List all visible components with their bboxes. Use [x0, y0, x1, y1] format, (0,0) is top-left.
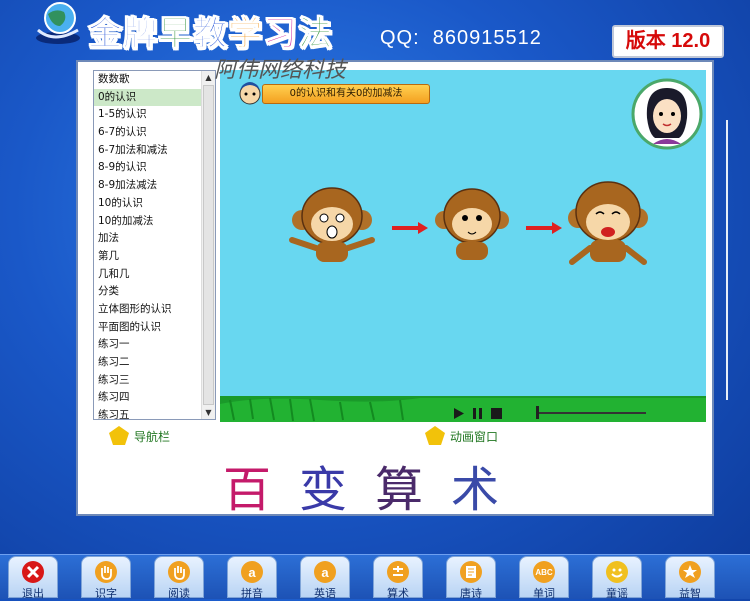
nav-list-item[interactable]: 8-9加法减法 — [94, 177, 202, 195]
scroll-down-icon[interactable]: ▼ — [202, 406, 215, 419]
nav-list-item[interactable]: 立体图形的认识 — [94, 301, 202, 319]
brand-title-char: 学 — [228, 14, 263, 55]
brand-title-char: 法 — [298, 14, 333, 55]
nav-list-item[interactable]: 几和几 — [94, 266, 202, 284]
nav-list-item[interactable]: 6-7的认识 — [94, 124, 202, 142]
nav-list-item[interactable]: 分类 — [94, 283, 202, 301]
svg-text:ABC: ABC — [535, 568, 553, 577]
toolbar-button[interactable]: 算术 — [373, 556, 423, 600]
hand-icon — [95, 561, 117, 583]
teacher-avatar — [631, 78, 703, 150]
toolbar-button-label: 单词 — [533, 587, 555, 600]
banner-char: 变 — [298, 462, 375, 518]
toolbar-button-label: 识字 — [95, 587, 117, 600]
toolbar-button-label: 英语 — [314, 587, 336, 600]
pause-icon[interactable] — [471, 407, 484, 420]
a-icon: a — [241, 561, 263, 583]
toolbar-button[interactable]: ABC 单词 — [519, 556, 569, 600]
progress-handle[interactable] — [536, 406, 539, 419]
toolbar-button[interactable]: a 英语 — [300, 556, 350, 600]
banner-char: 算 — [375, 462, 452, 518]
stop-icon[interactable] — [490, 407, 503, 420]
progress-track[interactable] — [536, 412, 646, 414]
nav-list-item[interactable]: 6-7加法和减法 — [94, 142, 202, 160]
star-icon — [679, 561, 701, 583]
exit-icon — [22, 561, 44, 583]
nav-list-item[interactable]: 第几 — [94, 248, 202, 266]
nav-list-item[interactable]: 平面图的认识 — [94, 319, 202, 337]
nav-bar-label: 导航栏 — [108, 426, 170, 446]
nav-list-item[interactable]: 0的认识 — [94, 88, 202, 107]
scroll-thumb[interactable] — [203, 85, 214, 405]
toolbar-button-label: 童谣 — [606, 587, 628, 600]
nav-list-item[interactable]: 练习二 — [94, 354, 202, 372]
poem-icon — [460, 561, 482, 583]
banner-title: 百变算术 — [0, 450, 750, 520]
navigation-list[interactable]: 数数歌 0的认识 1-5的认识 6-7的认识 6-7加法和减法 8-9的认识 8-9加法减法… — [93, 70, 216, 420]
nav-list-item[interactable]: 10的认识 — [94, 195, 202, 213]
brand-title-char: 习 — [263, 14, 298, 55]
toolbar-button-label: 益智 — [679, 587, 701, 600]
right-divider — [726, 120, 728, 400]
pentagon-marker-icon — [109, 426, 129, 445]
nav-list-item[interactable]: 练习一 — [94, 336, 202, 354]
toolbar-button-label: 退出 — [22, 587, 44, 600]
nav-list-item[interactable]: 数数歌 — [94, 71, 202, 89]
smile-icon — [606, 561, 628, 583]
toolbar-button-label: 算术 — [387, 587, 409, 600]
toolbar-button[interactable]: a 拼音 — [227, 556, 277, 600]
hand-icon — [168, 561, 190, 583]
brand-title-char: 金 — [88, 14, 123, 55]
banner-char: 术 — [451, 462, 528, 518]
calc-icon — [387, 561, 409, 583]
nav-list-item[interactable]: 10的加减法 — [94, 213, 202, 231]
pentagon-marker-icon — [425, 426, 445, 445]
toolbar-button[interactable]: 益智 — [665, 556, 715, 600]
player-controls — [452, 404, 503, 422]
brand-title: 金牌早教学习法 — [88, 6, 333, 55]
svg-text:a: a — [321, 565, 329, 580]
toolbar-button-label: 拼音 — [241, 587, 263, 600]
nav-list-item[interactable]: 练习三 — [94, 372, 202, 390]
nav-list-item[interactable]: 1-5的认识 — [94, 106, 202, 124]
qq-contact: QQ: 860915512 — [380, 27, 542, 49]
version-badge: 版本 12.0 — [612, 25, 724, 58]
nav-list-item[interactable]: 练习四 — [94, 389, 202, 407]
brand-title-char: 牌 — [123, 14, 158, 55]
nav-list-item[interactable]: 8-9的认识 — [94, 159, 202, 177]
toolbar-button[interactable]: 童谣 — [592, 556, 642, 600]
brand-title-char: 教 — [193, 14, 228, 55]
toolbar-button[interactable]: 退出 — [8, 556, 58, 600]
nav-list-item[interactable]: 练习五 — [94, 407, 202, 419]
animation-window-label: 动画窗口 — [424, 426, 498, 446]
toolbar-button[interactable]: 阅读 — [154, 556, 204, 600]
brand-title-char: 早 — [158, 14, 193, 55]
toolbar-button-label: 阅读 — [168, 587, 190, 600]
play-icon[interactable] — [452, 407, 465, 420]
toolbar-button-label: 唐诗 — [460, 587, 482, 600]
watermark-text: 阿伟网络科技 — [214, 58, 347, 83]
globe-logo-icon — [36, 2, 80, 44]
toolbar-button[interactable]: 唐诗 — [446, 556, 496, 600]
toolbar-button[interactable]: 识字 — [81, 556, 131, 600]
abc-icon: ABC — [533, 561, 555, 583]
nav-list-item[interactable]: 加法 — [94, 230, 202, 248]
banner-char: 百 — [222, 462, 299, 518]
lesson-title: 0的认识和有关0的加减法 — [262, 84, 430, 104]
a-icon: a — [314, 561, 336, 583]
svg-text:a: a — [248, 565, 256, 580]
nav-scrollbar[interactable]: ▲ ▼ — [201, 71, 215, 419]
